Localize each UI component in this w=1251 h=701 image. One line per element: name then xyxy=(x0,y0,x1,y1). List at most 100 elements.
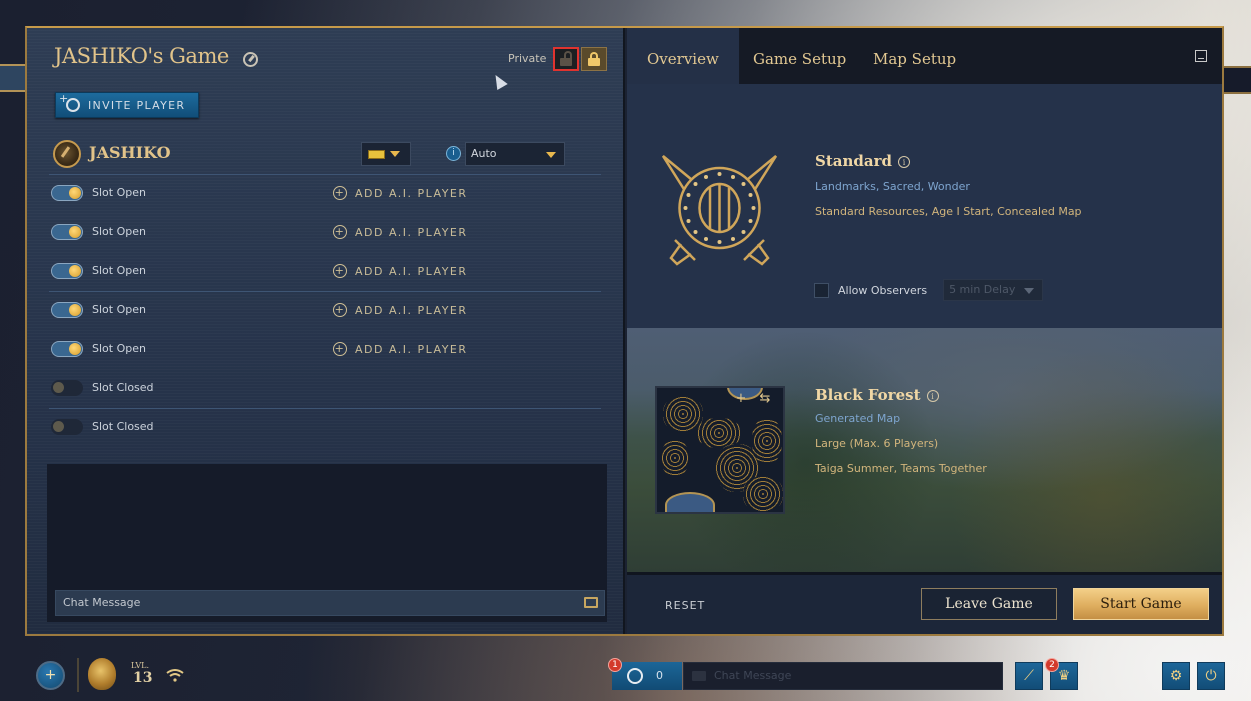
gear-icon: ⚙ xyxy=(1169,668,1183,684)
chat-placeholder: Chat Message xyxy=(714,669,792,682)
zoom-in-icon[interactable]: + xyxy=(733,392,749,406)
add-friend-icon xyxy=(59,92,80,112)
add-ai-label: ADD A.I. PLAYER xyxy=(355,225,468,239)
map-size: Large (Max. 6 Players) xyxy=(815,437,939,450)
slot-label: Slot Open xyxy=(92,186,146,199)
player-rank-badge[interactable] xyxy=(88,658,116,690)
chat-bubble-icon[interactable] xyxy=(584,597,598,608)
slot-toggle[interactable] xyxy=(51,341,83,357)
minimize-icon[interactable] xyxy=(1195,50,1207,62)
settings-button[interactable]: ⚙ xyxy=(1162,662,1190,690)
game-mode-details: Standard Resources, Age I Start, Conceal… xyxy=(815,205,1082,218)
lock-icon xyxy=(588,52,600,66)
observer-delay-value: 5 min Delay xyxy=(949,283,1016,296)
social-notification-badge: 1 xyxy=(608,658,622,672)
leave-game-button[interactable]: Leave Game xyxy=(921,588,1057,620)
reset-button[interactable]: RESET xyxy=(665,599,705,612)
social-button[interactable]: 0 xyxy=(612,662,682,690)
game-title: JASHIKO's Game xyxy=(54,44,229,68)
notifications-badge: 2 xyxy=(1045,658,1059,672)
info-icon[interactable]: i xyxy=(898,156,910,168)
game-setup-panel: Overview Game Setup Map Setup Standard i… xyxy=(627,28,1222,634)
tab-map-setup[interactable]: Map Setup xyxy=(853,28,976,84)
crossed-swords-shield-icon xyxy=(661,155,778,266)
add-ai-player-button[interactable]: + ADD A.I. PLAYER xyxy=(333,222,468,242)
invite-player-button[interactable]: INVITE PLAYER xyxy=(55,92,199,118)
plus-circle-icon: + xyxy=(333,186,347,200)
allow-observers-label: Allow Observers xyxy=(838,283,928,297)
level-label: LVL. xyxy=(131,661,149,670)
slot-toggle[interactable] xyxy=(51,302,83,318)
observers-row: Allow Observers 5 min Delay xyxy=(814,278,1044,302)
slot-label: Slot Open xyxy=(92,303,146,316)
setup-tabs: Overview Game Setup Map Setup xyxy=(627,28,1222,84)
victory-conditions: Landmarks, Sacred, Wonder xyxy=(815,180,970,193)
slot-label: Slot Open xyxy=(92,342,146,355)
player-color-dropdown[interactable] xyxy=(361,142,411,166)
power-button[interactable]: ⏻ xyxy=(1197,662,1225,690)
host-player-row: JASHIKO i Auto xyxy=(53,138,601,174)
slot-label: Slot Closed xyxy=(92,420,154,433)
divider xyxy=(49,408,601,409)
game-mode-section: Standard i Landmarks, Sacred, Wonder Stan… xyxy=(627,84,1222,328)
swap-icon[interactable]: ⇆ xyxy=(757,392,773,406)
public-lock-button[interactable] xyxy=(553,47,579,71)
add-ai-player-button[interactable]: + ADD A.I. PLAYER xyxy=(333,261,468,281)
player-slot: Slot Closed xyxy=(51,415,611,439)
start-game-button[interactable]: Start Game xyxy=(1073,588,1209,620)
decorative-band-left xyxy=(0,64,28,92)
tab-overview[interactable]: Overview xyxy=(627,28,739,84)
info-icon[interactable]: i xyxy=(446,146,461,161)
slot-toggle[interactable] xyxy=(51,224,83,240)
add-ai-label: ADD A.I. PLAYER xyxy=(355,342,468,356)
slot-toggle[interactable] xyxy=(51,185,83,201)
team-dropdown-value: Auto xyxy=(471,147,497,160)
info-icon[interactable]: i xyxy=(926,390,939,402)
allow-observers-checkbox[interactable] xyxy=(814,282,829,298)
map-name: Black Forest xyxy=(815,386,921,404)
global-chat-input[interactable]: Chat Message xyxy=(683,662,1003,690)
unlock-icon xyxy=(560,51,572,66)
wifi-icon xyxy=(166,669,184,682)
chevron-down-icon xyxy=(546,152,556,158)
chat-icon xyxy=(692,671,706,681)
add-ai-label: ADD A.I. PLAYER xyxy=(355,303,468,317)
player-color-swatch xyxy=(368,149,385,159)
online-friends-count: 0 xyxy=(656,669,663,682)
private-lock-button[interactable] xyxy=(581,47,607,71)
game-mode-name: Standard xyxy=(815,152,892,170)
plus-circle-icon: + xyxy=(333,342,347,356)
host-name: JASHIKO xyxy=(89,143,171,162)
map-title: Black Forest i xyxy=(815,386,939,404)
chat-placeholder: Chat Message xyxy=(63,596,141,609)
player-slot: Slot Open + ADD A.I. PLAYER xyxy=(51,298,611,322)
privacy-label: Private xyxy=(508,52,547,65)
lobby-chat-input[interactable]: Chat Message xyxy=(55,590,605,616)
add-ai-player-button[interactable]: + ADD A.I. PLAYER xyxy=(333,300,468,320)
add-ai-player-button[interactable]: + ADD A.I. PLAYER xyxy=(333,183,468,203)
decorative-band-right xyxy=(1224,66,1251,94)
add-ai-player-button[interactable]: + ADD A.I. PLAYER xyxy=(333,339,468,359)
friends-icon xyxy=(627,668,643,684)
tab-game-setup[interactable]: Game Setup xyxy=(733,28,866,84)
map-thumbnail[interactable]: + ⇆ xyxy=(655,386,785,514)
game-lobby-window: JASHIKO's Game Private INVITE PLAYER JAS… xyxy=(25,26,1224,636)
slot-toggle[interactable] xyxy=(51,380,83,396)
player-slot: Slot Open + ADD A.I. PLAYER xyxy=(51,181,611,205)
add-ai-label: ADD A.I. PLAYER xyxy=(355,186,468,200)
plus-circle-icon: + xyxy=(333,225,347,239)
edit-title-icon[interactable] xyxy=(243,52,258,67)
player-slot: Slot Open + ADD A.I. PLAYER xyxy=(51,220,611,244)
horn-button[interactable]: ⟋ xyxy=(1015,662,1043,690)
divider xyxy=(49,174,601,175)
add-button[interactable]: + xyxy=(36,661,65,690)
divider xyxy=(77,658,79,692)
slot-toggle[interactable] xyxy=(51,419,83,435)
setup-footer: RESET Leave Game Start Game xyxy=(627,572,1222,634)
team-dropdown[interactable]: Auto xyxy=(465,142,565,166)
map-type: Generated Map xyxy=(815,412,901,425)
chevron-down-icon xyxy=(1024,288,1035,294)
power-icon: ⏻ xyxy=(1205,668,1217,684)
slot-toggle[interactable] xyxy=(51,263,83,279)
host-avatar xyxy=(53,140,81,168)
